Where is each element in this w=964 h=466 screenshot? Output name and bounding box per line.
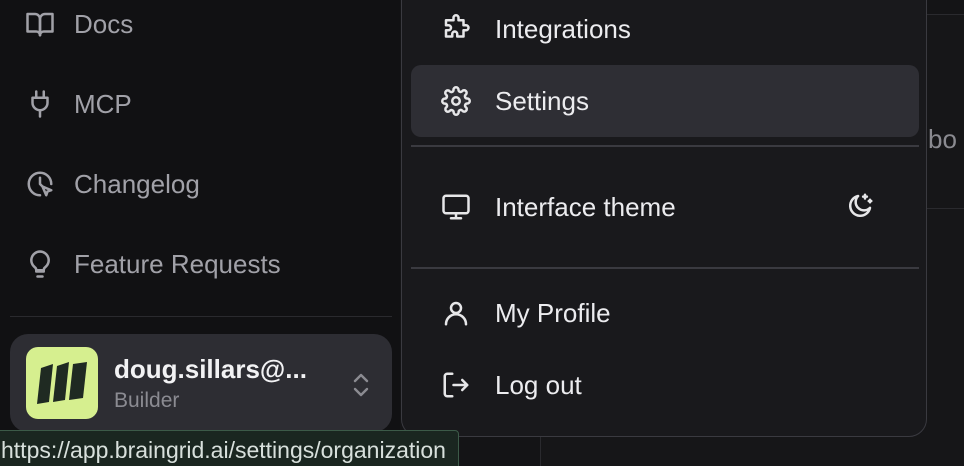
lightbulb-icon — [22, 246, 58, 282]
background-text: bo — [928, 124, 957, 154]
menu-item-label: Integrations — [495, 13, 631, 44]
sidebar-item-changelog[interactable]: Changelog — [22, 162, 200, 206]
menu-item-label: Interface theme — [495, 191, 676, 222]
chevron-up-down-icon — [350, 370, 372, 405]
status-bar-url: https://app.braingrid.ai/settings/organi… — [0, 430, 459, 466]
user-account-switcher[interactable]: doug.sillars@... Builder — [10, 334, 392, 432]
puzzle-icon — [439, 12, 473, 46]
logout-icon — [439, 368, 473, 402]
gear-icon — [439, 84, 473, 118]
sidebar-divider — [10, 316, 392, 317]
avatar — [26, 347, 98, 419]
menu-item-integrations[interactable]: Integrations — [411, 0, 919, 65]
braingrid-logo-icon — [37, 362, 87, 404]
sidebar-item-mcp[interactable]: MCP — [22, 82, 132, 126]
clock-cursor-icon — [22, 166, 58, 202]
book-open-icon — [22, 6, 58, 42]
account-menu: Integrations Settings Interface theme My… — [401, 0, 927, 437]
user-icon — [439, 296, 473, 330]
plug-icon — [22, 86, 58, 122]
user-role: Builder — [114, 388, 180, 412]
menu-item-label: Settings — [495, 85, 589, 116]
menu-item-log-out[interactable]: Log out — [411, 349, 919, 421]
menu-divider — [411, 145, 919, 147]
sidebar-item-label: MCP — [74, 88, 132, 119]
user-name: doug.sillars@... — [114, 353, 307, 384]
sidebar-item-label: Changelog — [74, 168, 200, 199]
menu-divider — [411, 267, 919, 269]
menu-item-interface-theme[interactable]: Interface theme — [411, 171, 919, 243]
sidebar: Docs MCP Changelog Feature Requests doug… — [0, 0, 400, 466]
monitor-icon — [439, 190, 473, 224]
sidebar-item-label: Feature Requests — [74, 248, 281, 279]
moon-stars-icon[interactable] — [845, 191, 875, 228]
menu-item-label: Log out — [495, 369, 582, 400]
menu-item-settings[interactable]: Settings — [411, 65, 919, 137]
sidebar-item-docs[interactable]: Docs — [22, 2, 133, 46]
sidebar-item-label: Docs — [74, 8, 134, 39]
sidebar-item-feature-requests[interactable]: Feature Requests — [22, 242, 281, 286]
menu-item-label: My Profile — [495, 297, 611, 328]
menu-item-my-profile[interactable]: My Profile — [411, 277, 919, 349]
